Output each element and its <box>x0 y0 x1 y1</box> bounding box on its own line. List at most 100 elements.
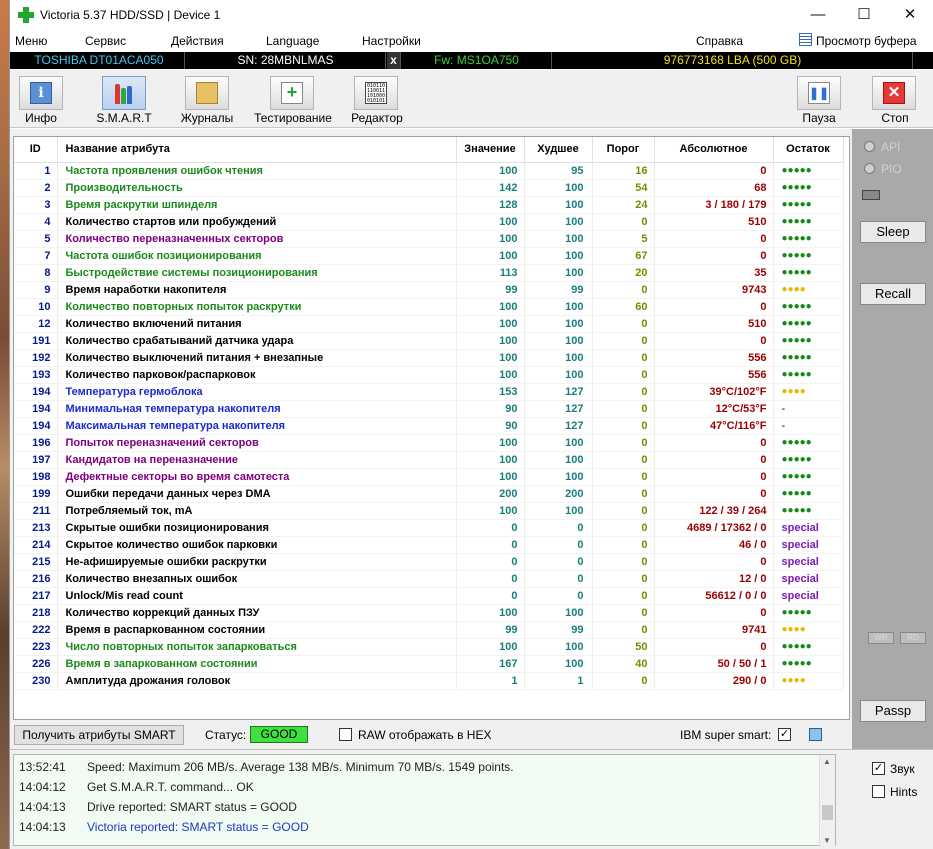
attr-id: 4 <box>14 213 58 231</box>
hints-checkbox[interactable] <box>872 785 885 798</box>
menu-item-language[interactable]: Language <box>266 34 319 48</box>
attr-name: Время наработки накопителя <box>57 281 457 299</box>
ibm-super-smart-checkbox[interactable]: ✓ <box>778 728 791 741</box>
close-button[interactable]: ✕ <box>887 0 933 31</box>
color-swatch[interactable] <box>809 728 822 741</box>
attr-id: 1 <box>14 162 58 180</box>
col-header-value[interactable]: Значение <box>456 137 525 163</box>
table-row[interactable]: 191 Количество срабатываний датчика удара… <box>14 332 844 350</box>
col-header-name[interactable]: Название атрибута <box>57 137 457 163</box>
table-row[interactable]: 194 Максимальная температура накопителя 90… <box>14 417 844 435</box>
menu-item-buffer-view[interactable]: Просмотр буфера <box>816 34 917 48</box>
attr-raw: 35 <box>654 264 774 282</box>
table-row[interactable]: 213 Скрытые ошибки позиционирования 0 0 0 468… <box>14 519 844 537</box>
attr-health: ●●●●● <box>773 485 844 503</box>
scroll-thumb[interactable] <box>822 805 833 820</box>
menu-item-actions[interactable]: Действия <box>171 34 224 48</box>
table-row[interactable]: 5 Количество переназначенных секторов 100 1… <box>14 230 844 248</box>
table-row[interactable]: 198 Дефектные секторы во время самотеста 1… <box>14 468 844 486</box>
maximize-button[interactable]: ☐ <box>841 0 887 31</box>
table-row[interactable]: 196 Попыток переназначений секторов 100 100… <box>14 434 844 452</box>
scroll-down-icon[interactable]: ▼ <box>823 836 831 845</box>
attr-name: Скрытые ошибки позиционирования <box>57 519 457 537</box>
attr-worst: 0 <box>524 553 593 571</box>
attr-threshold: 0 <box>592 621 655 639</box>
log-message: Get S.M.A.R.T. command... OK <box>87 780 254 794</box>
attr-raw: 0 <box>654 468 774 486</box>
table-row[interactable]: 3 Время раскрутки шпинделя 128 100 24 3 / 180… <box>14 196 844 214</box>
table-row[interactable]: 199 Ошибки передачи данных через DMA 200 20… <box>14 485 844 503</box>
menu-item-settings[interactable]: Настройки <box>362 34 421 48</box>
log-message: Victoria reported: SMART status = GOOD <box>87 820 309 834</box>
attr-raw: 510 <box>654 213 774 231</box>
menu-item-help[interactable]: Справка <box>696 34 743 48</box>
table-row[interactable]: 192 Количество выключений питания + внеза… <box>14 349 844 367</box>
table-row[interactable]: 230 Амплитуда дрожания головок 1 1 0 290 / 0 ●… <box>14 672 844 690</box>
col-header-health[interactable]: Остаток <box>773 137 844 163</box>
table-row[interactable]: 2 Производительность 142 100 54 68 ●●●●● <box>14 179 844 197</box>
table-row[interactable]: 226 Время в запаркованном состоянии 167 100… <box>14 655 844 673</box>
table-row[interactable]: 7 Частота ошибок позиционирования 100 100 67… <box>14 247 844 265</box>
attr-name: Unlock/Mis read count <box>57 587 457 605</box>
attr-threshold: 16 <box>592 162 655 180</box>
table-row[interactable]: 215 Не-афишируемые ошибки раскрутки 0 0 0 0 sp… <box>14 553 844 571</box>
attr-value: 90 <box>456 417 525 435</box>
table-row[interactable]: 222 Время в распаркованном состоянии 99 99 0… <box>14 621 844 639</box>
table-row[interactable]: 217 Unlock/Mis read count 0 0 0 56612 / 0 / 0… <box>14 587 844 605</box>
testing-button[interactable]: + <box>270 76 314 110</box>
raw-hex-checkbox[interactable] <box>339 728 352 741</box>
attr-threshold: 0 <box>592 383 655 401</box>
table-row[interactable]: 211 Потребляемый ток, mA 100 100 0 122 / 39 /… <box>14 502 844 520</box>
stop-icon: ✕ <box>883 82 905 104</box>
recall-button[interactable]: Recall <box>860 283 926 305</box>
minimize-button[interactable]: — <box>795 0 841 31</box>
attr-worst: 100 <box>524 434 593 452</box>
table-row[interactable]: 193 Количество парковок/распарковок 100 100… <box>14 366 844 384</box>
log-panel: 13:52:41 Speed: Maximum 206 MB/s. Averag… <box>10 749 852 849</box>
sleep-button[interactable]: Sleep <box>860 221 926 243</box>
menu-item-menu[interactable]: Меню <box>15 34 47 48</box>
device-close-button[interactable]: x <box>387 52 401 69</box>
log-list[interactable]: 13:52:41 Speed: Maximum 206 MB/s. Averag… <box>13 754 836 847</box>
smart-button[interactable] <box>102 76 146 110</box>
table-row[interactable]: 194 Температура гермоблока 153 127 0 39°C/102… <box>14 383 844 401</box>
pio-radio[interactable] <box>864 163 875 174</box>
attr-raw: 4689 / 17362 / 0 <box>654 519 774 537</box>
stop-button[interactable]: ✕ <box>872 76 916 110</box>
attr-id: 193 <box>14 366 58 384</box>
api-radio[interactable] <box>864 141 875 152</box>
attr-value: 113 <box>456 264 525 282</box>
sound-checkbox[interactable]: ✓ <box>872 762 885 775</box>
table-row[interactable]: 194 Минимальная температура накопителя 90 1… <box>14 400 844 418</box>
attr-value: 0 <box>456 587 525 605</box>
table-row[interactable]: 9 Время наработки накопителя 99 99 0 9743 ●●●● <box>14 281 844 299</box>
journals-button[interactable] <box>185 76 229 110</box>
table-row[interactable]: 216 Количество внезапных ошибок 0 0 0 12 / 0s… <box>14 570 844 588</box>
scroll-up-icon[interactable]: ▲ <box>823 757 831 766</box>
table-row[interactable]: 8 Быстродействие системы позиционирования… <box>14 264 844 282</box>
table-row[interactable]: 1 Частота проявления ошибок чтения 100 95 16… <box>14 162 844 180</box>
table-row[interactable]: 223 Число повторных попыток запарковаться… <box>14 638 844 656</box>
col-header-worst[interactable]: Худшее <box>524 137 593 163</box>
get-smart-button[interactable]: Получить атрибуты SMART <box>14 725 184 745</box>
log-scrollbar[interactable]: ▲ ▼ <box>819 755 835 847</box>
table-row[interactable]: 12 Количество включений питания 100 100 0 510… <box>14 315 844 333</box>
attr-id: 215 <box>14 553 58 571</box>
col-header-id[interactable]: ID <box>14 137 58 163</box>
info-button[interactable]: i <box>19 76 63 110</box>
device-model[interactable]: TOSHIBA DT01ACA050 <box>10 52 185 69</box>
passp-button[interactable]: Passp <box>860 700 926 722</box>
col-header-raw[interactable]: Абсолютное <box>654 137 774 163</box>
table-row[interactable]: 4 Количество стартов или пробуждений 100 10… <box>14 213 844 231</box>
table-row[interactable]: 214 Скрытое количество ошибок парковки 0 0 0… <box>14 536 844 554</box>
table-row[interactable]: 218 Количество коррекций данных ПЗУ 100 100… <box>14 604 844 622</box>
attr-threshold: 0 <box>592 400 655 418</box>
editor-button[interactable]: 010110 110011 101000 010101 <box>354 76 398 110</box>
table-row[interactable]: 10 Количество повторных попыток раскрутки… <box>14 298 844 316</box>
attr-raw: 0 <box>654 247 774 265</box>
attr-raw: 0 <box>654 332 774 350</box>
pause-button[interactable]: ❚❚ <box>797 76 841 110</box>
menu-item-service[interactable]: Сервис <box>85 34 126 48</box>
table-row[interactable]: 197 Кандидатов на переназначение 100 100 0 0 ●… <box>14 451 844 469</box>
col-header-threshold[interactable]: Порог <box>592 137 655 163</box>
